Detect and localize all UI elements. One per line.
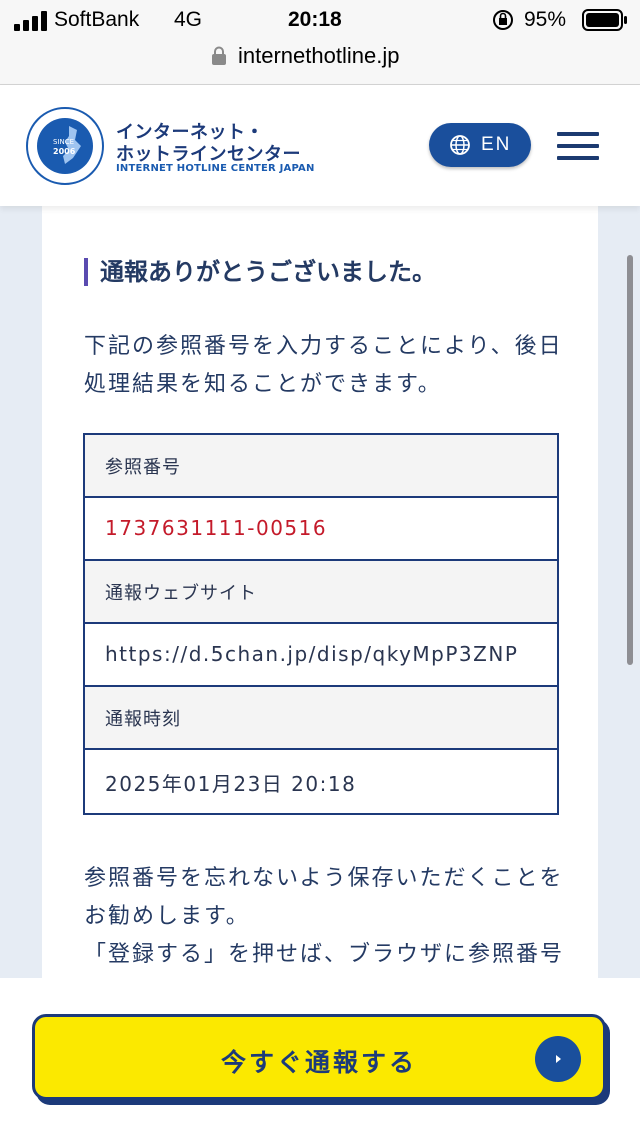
reported-website-label: 通報ウェブサイト	[105, 583, 257, 604]
table-row: 参照番号	[85, 435, 557, 498]
battery-percent: 95%	[524, 8, 567, 31]
url-text[interactable]: internethotline.jp	[238, 43, 399, 69]
report-info-table: 参照番号 1737631111-00516 通報ウェブサイト https://d…	[83, 433, 559, 815]
table-row: 1737631111-00516	[85, 498, 557, 561]
menu-line-icon	[557, 156, 599, 160]
site-logo[interactable]: SINCE 2006	[25, 106, 105, 190]
report-time-label: 通報時刻	[105, 709, 181, 730]
logo-seal-icon: SINCE 2006	[26, 107, 104, 185]
table-row: https://d.5chan.jp/disp/qkyMpP3ZNP	[85, 624, 557, 687]
bottom-cta-panel: 今すぐ通報する	[0, 978, 640, 1136]
page-title: 通報ありがとうございました。	[84, 258, 436, 286]
save-note-line1: 参照番号を忘れないよう保存いただくことをお勧めします。	[84, 866, 564, 929]
report-now-label: 今すぐ通報する	[220, 1048, 417, 1077]
table-row: 通報時刻	[85, 687, 557, 750]
page-scrollbar[interactable]	[627, 255, 633, 665]
result-card: 通報ありがとうございました。 下記の参照番号を入力することにより、後日処理結果を…	[42, 190, 598, 1020]
orientation-lock-icon	[493, 10, 513, 30]
carrier-name: SoftBank	[54, 8, 140, 31]
table-row: 通報ウェブサイト	[85, 561, 557, 624]
menu-line-icon	[557, 144, 599, 148]
svg-text:SINCE: SINCE	[53, 138, 74, 146]
language-switch-button[interactable]: EN	[429, 123, 531, 167]
status-time: 20:18	[288, 8, 342, 31]
reference-number-label: 参照番号	[105, 457, 181, 478]
globe-icon	[450, 135, 470, 155]
report-time-value: 2025年01月23日 20:18	[105, 772, 357, 796]
menu-line-icon	[557, 132, 599, 136]
report-now-button[interactable]: 今すぐ通報する	[32, 1014, 606, 1100]
battery-icon	[582, 9, 627, 31]
save-note: 参照番号を忘れないよう保存いただくことをお勧めします。 「登録する」を押せば、ブ…	[84, 860, 568, 974]
svg-text:2006: 2006	[53, 147, 76, 156]
status-bar: SoftBank 4G 20:18 95%	[0, 0, 640, 40]
logo-subtitle: INTERNET HOTLINE CENTER JAPAN	[116, 163, 315, 174]
reference-number-value[interactable]: 1737631111-00516	[105, 516, 327, 540]
arrow-right-icon	[535, 1036, 581, 1082]
site-header: SINCE 2006 インターネット・ ホットラインセンター INTERNET …	[0, 85, 640, 206]
intro-text: 下記の参照番号を入力することにより、後日処理結果を知ることができます。	[84, 334, 563, 397]
table-row: 2025年01月23日 20:18	[85, 750, 557, 813]
language-label: EN	[481, 134, 512, 155]
reported-website-value[interactable]: https://d.5chan.jp/disp/qkyMpP3ZNP	[105, 642, 551, 666]
browser-address-bar[interactable]: internethotline.jp	[0, 40, 640, 85]
hamburger-menu-button[interactable]	[557, 132, 599, 160]
padlock-icon	[212, 46, 226, 65]
save-note-line2: 「登録する」を押せば、ブラウザに参照番号	[84, 942, 565, 967]
signal-icon	[14, 11, 47, 31]
network-type: 4G	[174, 8, 203, 31]
